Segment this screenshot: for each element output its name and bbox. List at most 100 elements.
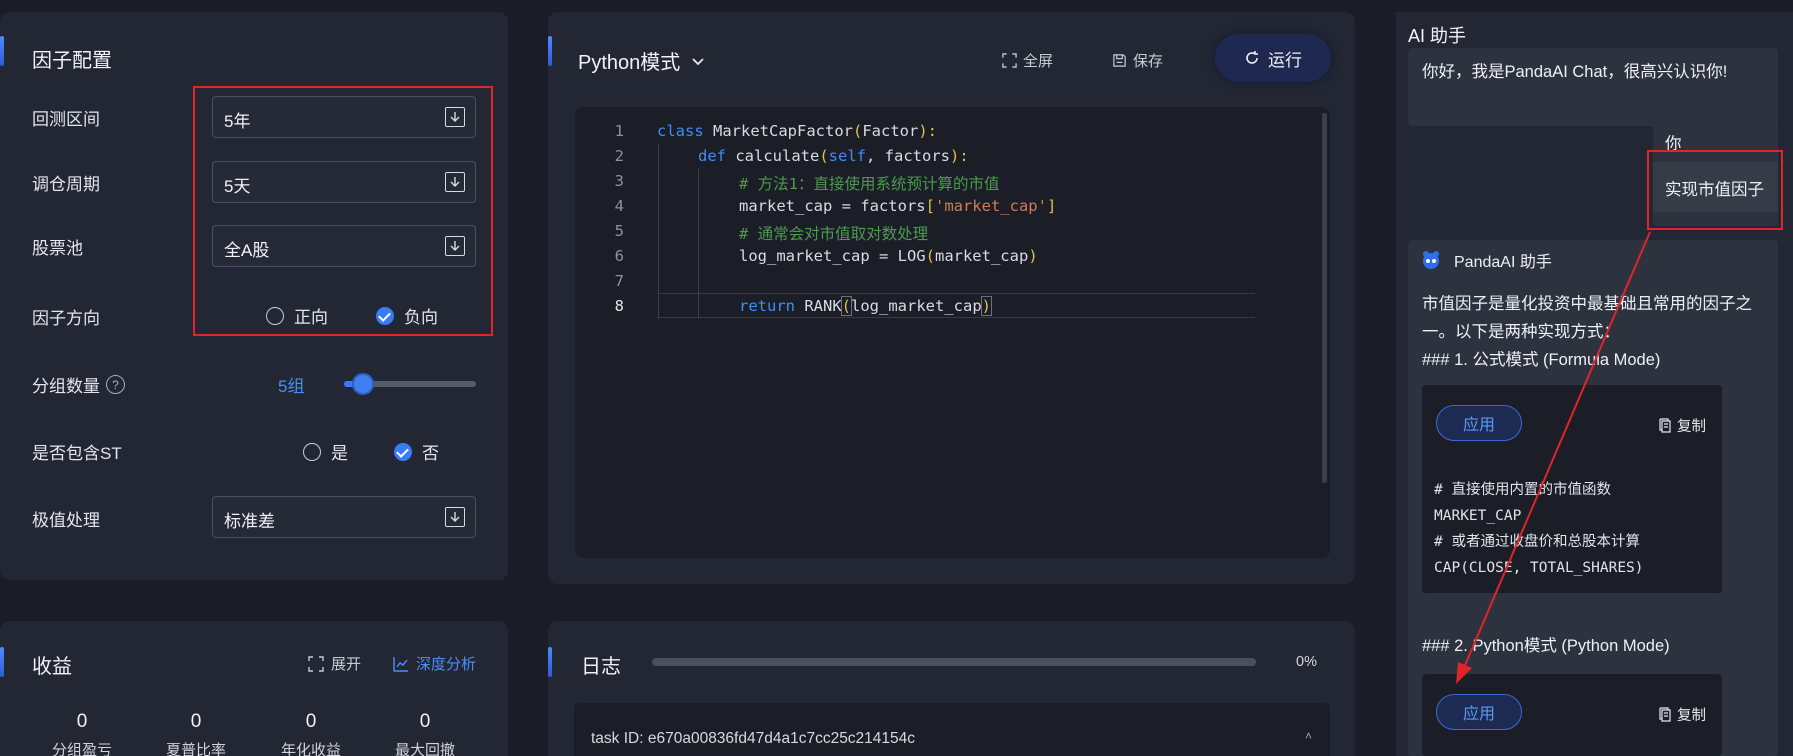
- code-line-5: # 通常会对市值取对数处理: [739, 225, 929, 243]
- chart-icon: [393, 656, 408, 672]
- stat-value: 0: [76, 711, 88, 732]
- backtest-label: 回测区间: [32, 110, 100, 129]
- st-yes-radio[interactable]: 是: [303, 439, 348, 464]
- reply-line: 市值因子是量化投资中最基础且常用的因子之: [1422, 295, 1752, 313]
- extreme-select[interactable]: 标准差: [212, 496, 476, 538]
- bot-header: PandaAI 助手: [1420, 248, 1552, 272]
- keyword: return: [739, 297, 795, 315]
- groups-slider[interactable]: [344, 373, 476, 395]
- check-icon: [394, 442, 412, 461]
- code-line-4: market_cap = factors['market_cap']: [739, 197, 1056, 215]
- save-label: 保存: [1133, 53, 1164, 70]
- line-number: 3: [614, 172, 624, 190]
- code-token: ]: [1046, 197, 1057, 215]
- code-token: log_market_cap: [851, 297, 982, 315]
- bot-name: PandaAI 助手: [1454, 254, 1552, 271]
- code-token: MarketCapFactor: [703, 122, 853, 140]
- expand-button[interactable]: 展开: [308, 653, 361, 674]
- apply-button[interactable]: 应用: [1436, 405, 1522, 441]
- radio-circle: [303, 442, 321, 461]
- st-yes-label: 是: [331, 444, 348, 463]
- code-token: (: [840, 296, 853, 316]
- editor-scrollbar[interactable]: [1322, 113, 1327, 483]
- code-token: market_cap: [934, 247, 1029, 265]
- stat-value: 0: [305, 711, 317, 732]
- code-snippet-line: # 或者通过收盘价和总股本计算: [1434, 534, 1640, 550]
- returns-panel: 收益 展开 深度分析 0 分组盈亏 0 夏普比率 0 年化收益 0 最大回撤: [0, 621, 508, 756]
- code-token: (: [819, 147, 829, 165]
- pool-label: 股票池: [32, 239, 83, 258]
- line-number: 5: [614, 222, 624, 240]
- annotation-box: [1647, 150, 1783, 230]
- greeting-text: 你好，我是PandaAI Chat，很高兴认识你!: [1422, 63, 1728, 81]
- groups-value: 5组: [278, 377, 305, 396]
- slider-handle[interactable]: [352, 373, 374, 395]
- line-number: 1: [614, 122, 624, 140]
- code-token: (: [852, 122, 863, 140]
- accent-bar: [0, 36, 4, 66]
- run-button[interactable]: 运行: [1215, 34, 1331, 82]
- stat-max-drawdown: 0 最大回撤: [370, 711, 480, 756]
- copy-button[interactable]: 复制: [1658, 415, 1706, 436]
- copy-icon: [1659, 707, 1671, 722]
- code-token: log_market_cap = LOG: [739, 247, 926, 265]
- task-id: task ID: e670a00836fd47d4a1c7cc25c214154…: [591, 730, 916, 747]
- save-icon: [1113, 54, 1126, 67]
- code-token: ): [1028, 247, 1038, 265]
- stat-sharpe: 0 夏普比率: [141, 711, 251, 756]
- code-block-python: 应用 复制: [1422, 674, 1722, 756]
- stat-value: 0: [419, 711, 431, 732]
- refresh-icon: [1246, 51, 1258, 64]
- copy-button[interactable]: 复制: [1658, 704, 1706, 725]
- fullscreen-icon: [1002, 53, 1017, 68]
- code-line-2: def calculate(self, factors):: [698, 147, 969, 165]
- expand-label: 展开: [331, 656, 362, 673]
- code-line-1: class MarketCapFactor(Factor):: [657, 122, 937, 140]
- code-token: 'market_cap': [934, 197, 1047, 215]
- code-line-3: # 方法1：直接使用系统预计算的市值: [739, 175, 1000, 193]
- copy-icon: [1659, 418, 1671, 433]
- extreme-label: 极值处理: [32, 511, 100, 530]
- stat-group-pnl: 0 分组盈亏: [27, 711, 137, 756]
- code-snippet-line: # 直接使用内置的市值函数: [1434, 482, 1611, 498]
- collapse-icon[interactable]: ˄: [1305, 729, 1312, 743]
- code-token: (: [925, 247, 935, 265]
- stat-label: 年化收益: [280, 742, 341, 756]
- st-no-label: 否: [422, 444, 439, 463]
- line-number: 4: [614, 197, 624, 215]
- mode-selector[interactable]: Python模式: [578, 46, 706, 75]
- apply-button[interactable]: 应用: [1436, 694, 1522, 730]
- groups-label: 分组数量 ?: [32, 372, 125, 397]
- fullscreen-button[interactable]: 全屏: [1002, 50, 1053, 71]
- log-progress-bar: [652, 658, 1256, 666]
- code-token: ):: [918, 122, 937, 140]
- expand-icon: [308, 655, 324, 672]
- code-token: self: [828, 147, 866, 165]
- fullscreen-label: 全屏: [1023, 53, 1054, 70]
- log-entry[interactable]: task ID: e670a00836fd47d4a1c7cc25c214154…: [574, 703, 1330, 756]
- stat-label: 夏普比率: [165, 742, 226, 756]
- accent-bar: [548, 36, 552, 66]
- log-panel: 日志 0% task ID: e670a00836fd47d4a1c7cc25c…: [548, 621, 1355, 756]
- rebalance-label: 调仓周期: [32, 175, 100, 194]
- stat-value: 0: [190, 711, 202, 732]
- code-token: market_cap = factors: [739, 197, 926, 215]
- help-icon[interactable]: ?: [106, 375, 125, 394]
- assistant-title: AI 助手: [1408, 26, 1467, 46]
- annotation-box: [193, 86, 493, 336]
- save-button[interactable]: 保存: [1112, 50, 1163, 71]
- deep-analysis-button[interactable]: 深度分析: [393, 653, 476, 674]
- deep-analysis-label: 深度分析: [416, 656, 477, 673]
- direction-label: 因子方向: [32, 309, 100, 328]
- code-line-8: return RANK(log_market_cap): [739, 296, 993, 316]
- st-no-radio[interactable]: 否: [394, 439, 439, 464]
- code-token: , factors: [866, 147, 950, 165]
- keyword: class: [657, 122, 704, 140]
- code-line-6: log_market_cap = LOG(market_cap): [739, 247, 1038, 265]
- code-snippet-line: CAP(CLOSE, TOTAL_SHARES): [1434, 560, 1644, 576]
- copy-label: 复制: [1677, 419, 1706, 435]
- code-token: ): [980, 296, 993, 316]
- code-token: RANK: [795, 297, 842, 315]
- returns-title: 收益: [32, 656, 72, 678]
- reply-heading-2: ### 2. Python模式 (Python Mode): [1422, 637, 1670, 655]
